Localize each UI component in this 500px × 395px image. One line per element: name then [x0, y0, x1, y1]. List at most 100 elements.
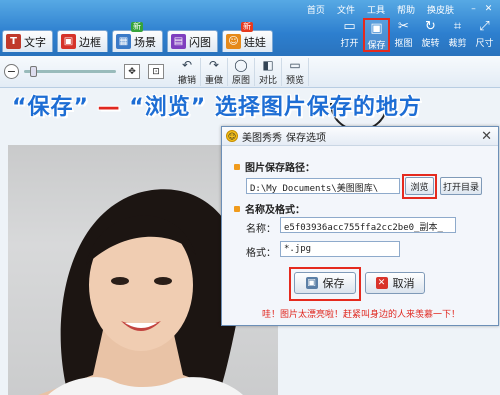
- save-icon: ▣: [305, 277, 318, 289]
- menu-file[interactable]: 文件: [337, 3, 355, 16]
- doll-icon: ☺: [226, 34, 241, 49]
- rotate-icon: ↻: [425, 19, 436, 34]
- menu-help[interactable]: 帮助: [397, 3, 415, 16]
- zoom-slider-handle[interactable]: [30, 66, 37, 77]
- button-label: 保存: [322, 277, 345, 290]
- menu-skin[interactable]: 换皮肤: [427, 3, 454, 16]
- new-badge: 新: [241, 22, 253, 32]
- cancel-icon: ✕: [375, 277, 388, 289]
- tab-label: 闪图: [189, 35, 211, 49]
- preview-icon: ▭: [289, 58, 301, 72]
- open-folder-button[interactable]: 打开目录: [440, 177, 482, 195]
- original-icon: ◯: [234, 58, 248, 72]
- text-icon: T: [6, 34, 21, 49]
- tool-label: 打开: [340, 39, 359, 49]
- preview-button[interactable]: ▭ 预览: [282, 58, 309, 86]
- save-options-dialog: ☺ 美图秀秀 保存选项 ✕ 图片保存路径： D:\My Documents\美图…: [221, 126, 499, 326]
- file-name-field[interactable]: e5f03936acc755ffa2cc2be0_副本_: [280, 217, 456, 233]
- compare-button[interactable]: ◧ 对比: [255, 58, 282, 86]
- tab-label: 文字: [24, 35, 46, 49]
- new-badge: 新: [131, 22, 143, 32]
- cutout-icon: ✂: [398, 19, 409, 34]
- bullet-icon: [234, 163, 240, 170]
- compare-icon: ◧: [262, 58, 274, 72]
- tool-label: 尺寸: [475, 39, 494, 49]
- browse-button[interactable]: 浏览: [405, 177, 434, 195]
- save-button[interactable]: ▣ 保存: [363, 18, 390, 52]
- tab-label: 场景: [134, 35, 156, 49]
- tab-scene[interactable]: 新 ▦ 场景: [112, 22, 163, 52]
- tab-text[interactable]: T 文字: [2, 30, 53, 52]
- zoom-slider[interactable]: [24, 70, 116, 73]
- dialog-title: 保存选项: [286, 132, 326, 144]
- annotation-dash: —: [88, 95, 130, 120]
- original-button[interactable]: ◯ 原图: [228, 58, 255, 86]
- dialog-titlebar: ☺ 美图秀秀 保存选项: [222, 127, 498, 146]
- top-bar: 首页 文件 工具 帮助 换皮肤 – ✕ T 文字 ▣ 边框 新 ▦ 场景 ▤ 闪…: [0, 0, 500, 56]
- tab-frame[interactable]: ▣ 边框: [57, 30, 108, 52]
- path-section-heading: 图片保存路径：: [234, 159, 315, 174]
- dialog-close-icon[interactable]: ✕: [481, 129, 492, 144]
- section-label: 图片保存路径：: [245, 163, 315, 174]
- format-select[interactable]: *.jpg: [280, 241, 400, 257]
- cutout-button[interactable]: ✂ 抠图: [390, 18, 417, 52]
- tool-label: 旋转: [421, 39, 440, 49]
- resize-button[interactable]: ⤢ 尺寸: [471, 18, 498, 52]
- section-label: 名称及格式：: [245, 205, 305, 216]
- menu-tools[interactable]: 工具: [367, 3, 385, 16]
- history-tools: ↶ 撤销 ↷ 重做 ◯ 原图 ◧ 对比 ▭ 预览: [174, 58, 309, 86]
- dialog-cancel-button[interactable]: ✕ 取消: [365, 272, 425, 294]
- annotation-browse: “浏览”: [129, 95, 207, 120]
- save-icon: ▣: [370, 21, 383, 36]
- frame-icon: ▣: [61, 34, 76, 49]
- tutorial-annotation: “保存” — “浏览” 选择图片保存的地方: [12, 89, 422, 121]
- edit-toolbar: − ✥ ⊡ ↶ 撤销 ↷ 重做 ◯ 原图 ◧ 对比 ▭ 预览: [0, 56, 500, 88]
- tab-flash[interactable]: ▤ 闪图: [167, 30, 218, 52]
- rotate-button[interactable]: ↻ 旋转: [417, 18, 444, 52]
- dialog-app-name: 美图秀秀: [242, 132, 282, 144]
- annotation-save: “保存”: [12, 95, 89, 120]
- redo-icon: ↷: [208, 58, 220, 72]
- tool-label: 对比: [258, 76, 277, 86]
- resize-icon: ⤢: [479, 19, 490, 34]
- scene-icon: ▦: [116, 34, 131, 49]
- open-button[interactable]: ▭ 打开: [336, 18, 363, 52]
- actual-size-icon[interactable]: ⊡: [148, 64, 164, 79]
- app-logo-icon: ☺: [226, 130, 238, 142]
- tab-label: 边框: [79, 35, 101, 49]
- save-path-field[interactable]: D:\My Documents\美图图库\: [246, 178, 400, 194]
- tool-label: 抠图: [394, 39, 413, 49]
- open-folder-icon: ▭: [343, 19, 356, 34]
- crop-icon: ⌗: [453, 19, 462, 34]
- window-controls: – ✕: [468, 3, 494, 16]
- flash-icon: ▤: [171, 34, 186, 49]
- undo-icon: ↶: [181, 58, 193, 72]
- tool-label: 裁剪: [448, 39, 467, 49]
- button-label: 取消: [392, 277, 415, 290]
- tool-label: 保存: [367, 41, 386, 51]
- tool-label: 原图: [231, 76, 250, 86]
- name-label: 名称：: [246, 224, 276, 235]
- annotation-text: 选择图片保存的地方: [206, 95, 422, 120]
- format-label: 格式：: [246, 248, 276, 259]
- close-icon[interactable]: ✕: [483, 3, 494, 14]
- tool-label: 预览: [285, 76, 304, 86]
- fit-window-icon[interactable]: ✥: [124, 64, 140, 79]
- menu-home[interactable]: 首页: [307, 3, 325, 16]
- feature-tabs: T 文字 ▣ 边框 新 ▦ 场景 ▤ 闪图 新 ☺ 娃娃: [2, 22, 273, 52]
- menu-bar: 首页 文件 工具 帮助 换皮肤 – ✕: [307, 3, 494, 17]
- minimize-icon[interactable]: –: [468, 3, 479, 14]
- tool-label: 撤销: [177, 76, 196, 86]
- tab-label: 娃娃: [244, 35, 266, 49]
- crop-button[interactable]: ⌗ 裁剪: [444, 18, 471, 52]
- name-section-heading: 名称及格式：: [234, 201, 305, 216]
- undo-button[interactable]: ↶ 撤销: [174, 58, 201, 86]
- tip-text: 哇！图片太漂亮啦！赶紧叫身边的人来羡慕一下！: [262, 310, 461, 320]
- zoom-out-icon[interactable]: −: [4, 64, 19, 79]
- dialog-save-button[interactable]: ▣ 保存: [294, 272, 356, 294]
- bullet-icon: [234, 205, 240, 212]
- tool-label: 重做: [204, 76, 223, 86]
- tab-doll[interactable]: 新 ☺ 娃娃: [222, 22, 273, 52]
- redo-button[interactable]: ↷ 重做: [201, 58, 228, 86]
- main-toolbar: ▭ 打开 ▣ 保存 ✂ 抠图 ↻ 旋转 ⌗ 裁剪 ⤢ 尺寸: [336, 18, 498, 52]
